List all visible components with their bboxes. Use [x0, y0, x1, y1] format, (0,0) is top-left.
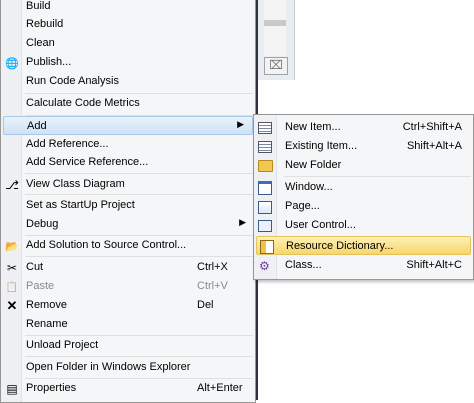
menu-item-label: User Control... — [285, 219, 356, 231]
menu-separator — [284, 176, 471, 177]
submenu-item-user-control[interactable]: User Control... — [255, 216, 472, 235]
class-icon: ⚙ — [259, 259, 270, 273]
class-diagram-icon: ⎇ — [5, 178, 19, 192]
menu-item-publish[interactable]: 🌐 Publish... — [2, 53, 254, 72]
menu-item-unload-project[interactable]: Unload Project — [2, 336, 254, 355]
menu-item-shortcut: Ctrl+X — [197, 261, 228, 273]
properties-icon: ▤ — [6, 382, 18, 396]
menu-item-shortcut: Ctrl+Shift+A — [402, 121, 462, 133]
menu-item-label: Unload Project — [26, 339, 99, 351]
menu-item-remove[interactable]: ✕ Remove Del — [2, 296, 254, 315]
menu-item-label: Resource Dictionary... — [286, 240, 394, 252]
menu-item-view-class-diagram[interactable]: ⎇ View Class Diagram — [2, 175, 254, 194]
submenu-item-window[interactable]: Window... — [255, 178, 472, 197]
remove-icon: ✕ — [6, 298, 18, 313]
window-icon — [257, 180, 273, 196]
menu-item-add-solution-to-source-control[interactable]: 📂 Add Solution to Source Control... — [2, 236, 254, 255]
menu-item-label: New Folder — [285, 159, 342, 171]
menu-item-add[interactable]: Add ▶ — [3, 116, 253, 135]
menu-item-shortcut: Shift+Alt+C — [406, 259, 462, 271]
menu-item-label: Rebuild — [26, 18, 64, 30]
menu-item-set-as-startup-project[interactable]: Set as StartUp Project — [2, 196, 254, 215]
menu-item-build[interactable]: Build — [2, 0, 254, 16]
menu-item-label: Add Solution to Source Control... — [26, 239, 187, 251]
menu-item-label: Add — [27, 120, 47, 132]
menu-separator — [25, 173, 253, 174]
menu-separator — [25, 256, 253, 257]
background-scroll-thumb — [264, 0, 286, 56]
menu-item-label: Add Reference... — [26, 138, 109, 150]
project-context-menu: Build Rebuild Clean 🌐 Publish... Run Cod… — [0, 0, 256, 403]
menu-item-open-folder-in-windows-explorer[interactable]: Open Folder in Windows Explorer — [2, 358, 254, 377]
menu-item-label: Rename — [26, 318, 68, 330]
menu-separator — [25, 194, 253, 195]
menu-item-label: Clean — [26, 37, 55, 49]
menu-item-label: Paste — [26, 280, 55, 292]
paste-icon: 📋 — [5, 281, 19, 293]
menu-item-label: View Class Diagram — [26, 178, 125, 190]
menu-item-label: Remove — [26, 299, 67, 311]
menu-item-label: Properties — [26, 382, 77, 394]
menu-item-shortcut: Ctrl+V — [197, 280, 228, 292]
submenu-item-new-folder[interactable]: New Folder — [255, 156, 472, 175]
menu-item-label: Add Service Reference... — [26, 156, 149, 168]
new-item-icon — [257, 120, 273, 136]
source-control-icon: 📂 — [5, 240, 19, 253]
submenu-item-page[interactable]: Page... — [255, 197, 472, 216]
submenu-arrow-icon: ▶ — [239, 217, 246, 227]
menu-item-label: Open Folder in Windows Explorer — [26, 361, 191, 373]
existing-item-icon — [257, 139, 273, 155]
menu-item-paste[interactable]: 📋 Paste Ctrl+V — [2, 277, 254, 296]
cut-icon: ✂ — [6, 261, 18, 275]
menu-separator — [25, 356, 253, 357]
menu-item-label: Debug — [26, 218, 59, 230]
menu-item-label: Calculate Code Metrics — [26, 97, 140, 109]
menu-item-clean[interactable]: Clean — [2, 34, 254, 53]
menu-item-shortcut: Shift+Alt+A — [406, 140, 462, 152]
background-close-icon[interactable]: ⌧ — [264, 57, 288, 75]
menu-item-properties[interactable]: ▤ Properties Alt+Enter — [2, 379, 254, 398]
submenu-item-class[interactable]: ⚙ Class... Shift+Alt+C — [255, 256, 472, 275]
submenu-arrow-icon: ▶ — [237, 119, 244, 129]
menu-item-add-reference[interactable]: Add Reference... — [2, 135, 254, 154]
menu-item-label: Build — [26, 0, 51, 12]
submenu-item-new-item[interactable]: New Item... Ctrl+Shift+A — [255, 118, 472, 137]
submenu-item-existing-item[interactable]: Existing Item... Shift+Alt+A — [255, 137, 472, 156]
add-submenu: New Item... Ctrl+Shift+A Existing Item..… — [253, 114, 474, 280]
menu-item-label: Run Code Analysis — [26, 75, 119, 87]
menu-item-rename[interactable]: Rename — [2, 315, 254, 334]
menu-item-label: Set as StartUp Project — [26, 199, 135, 211]
menu-item-label: Publish... — [26, 56, 72, 68]
menu-item-label: Existing Item... — [285, 140, 358, 152]
menu-item-add-service-reference[interactable]: Add Service Reference... — [2, 153, 254, 172]
menu-item-label: Window... — [285, 181, 333, 193]
menu-item-calculate-code-metrics[interactable]: Calculate Code Metrics — [2, 94, 254, 113]
menu-item-shortcut: Del — [197, 299, 214, 311]
menu-item-rebuild[interactable]: Rebuild — [2, 15, 254, 34]
publish-icon: 🌐 — [5, 57, 19, 70]
menu-item-label: Class... — [285, 259, 322, 271]
menu-item-run-code-analysis[interactable]: Run Code Analysis — [2, 72, 254, 91]
submenu-item-resource-dictionary[interactable]: Resource Dictionary... — [256, 236, 471, 255]
folder-icon — [257, 158, 273, 174]
menu-item-shortcut: Alt+Enter — [197, 382, 243, 394]
resource-dictionary-icon — [259, 239, 275, 255]
page-icon — [257, 199, 273, 215]
menu-item-label: New Item... — [285, 121, 341, 133]
menu-item-cut[interactable]: ✂ Cut Ctrl+X — [2, 258, 254, 277]
menu-item-debug[interactable]: Debug ▶ — [2, 215, 254, 234]
menu-item-label: Page... — [285, 200, 320, 212]
user-control-icon — [257, 218, 273, 234]
menu-item-label: Cut — [26, 261, 44, 273]
